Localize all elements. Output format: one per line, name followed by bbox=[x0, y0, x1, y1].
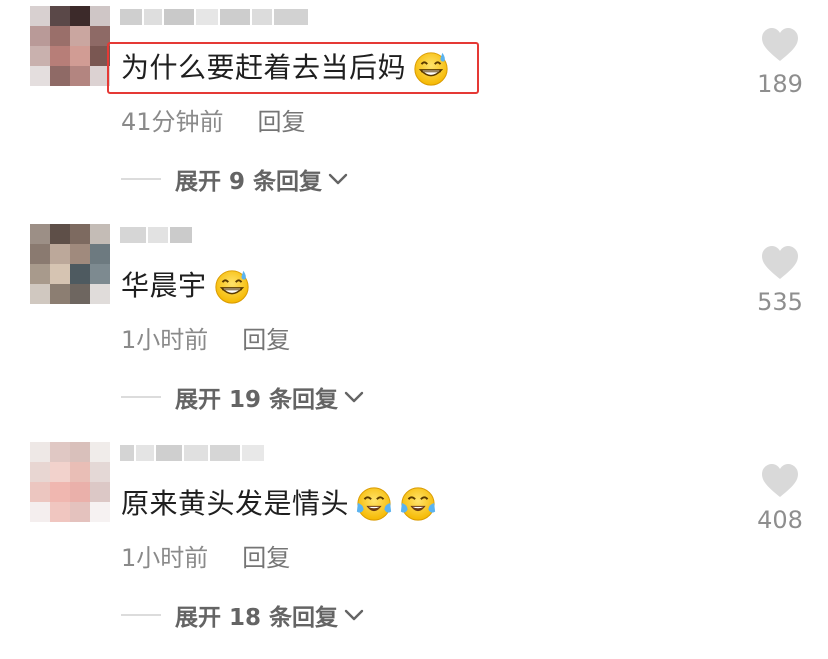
heart-icon[interactable] bbox=[761, 28, 799, 62]
chevron-down-icon bbox=[344, 391, 364, 403]
comment-meta: 1小时前 回复 bbox=[121, 320, 290, 355]
expand-replies-button[interactable]: 展开 9 条回复 bbox=[121, 162, 348, 196]
reply-button[interactable]: 回复 bbox=[242, 320, 290, 355]
avatar[interactable] bbox=[30, 6, 110, 86]
comment-text-label: 原来黄头发是情头 bbox=[121, 487, 350, 520]
comment-meta: 1小时前 回复 bbox=[121, 538, 290, 573]
divider-line bbox=[121, 396, 161, 398]
heart-icon[interactable] bbox=[761, 464, 799, 498]
avatar[interactable] bbox=[30, 442, 110, 522]
chevron-down-icon bbox=[328, 173, 348, 185]
comment-time: 1小时前 bbox=[121, 326, 209, 354]
comment-meta: 41分钟前 回复 bbox=[121, 102, 306, 137]
tears-of-joy-emoji bbox=[399, 485, 437, 523]
divider-line bbox=[121, 614, 161, 616]
like-count: 189 bbox=[757, 70, 803, 98]
heart-icon[interactable] bbox=[761, 246, 799, 280]
like-count: 408 bbox=[757, 506, 803, 534]
expand-replies-button[interactable]: 展开 18 条回复 bbox=[121, 598, 364, 632]
reply-button[interactable]: 回复 bbox=[258, 102, 306, 137]
comment-time: 1小时前 bbox=[121, 544, 209, 572]
expand-replies-label: 展开 19 条回复 bbox=[175, 387, 339, 413]
comment-text: 华晨宇 bbox=[121, 266, 251, 306]
like-button[interactable]: 408 bbox=[752, 464, 808, 534]
expand-replies-label: 展开 9 条回复 bbox=[175, 169, 323, 195]
tears-of-joy-emoji bbox=[355, 485, 393, 523]
like-button[interactable]: 535 bbox=[752, 246, 808, 316]
comment-text-label: 华晨宇 bbox=[121, 269, 207, 302]
comment-text-label: 为什么要赶着去当后妈 bbox=[121, 51, 407, 84]
comment-text: 为什么要赶着去当后妈 bbox=[121, 48, 450, 88]
grinning-sweat-emoji bbox=[213, 267, 251, 305]
comment-time: 41分钟前 bbox=[121, 108, 224, 136]
expand-replies-label: 展开 18 条回复 bbox=[175, 605, 339, 631]
chevron-down-icon bbox=[344, 609, 364, 621]
like-button[interactable]: 189 bbox=[752, 28, 808, 98]
comment-text: 原来黄头发是情头 bbox=[121, 484, 437, 524]
grinning-sweat-emoji bbox=[412, 49, 450, 87]
reply-button[interactable]: 回复 bbox=[242, 538, 290, 573]
expand-replies-button[interactable]: 展开 19 条回复 bbox=[121, 380, 364, 414]
like-count: 535 bbox=[757, 288, 803, 316]
avatar[interactable] bbox=[30, 224, 110, 304]
divider-line bbox=[121, 178, 161, 180]
